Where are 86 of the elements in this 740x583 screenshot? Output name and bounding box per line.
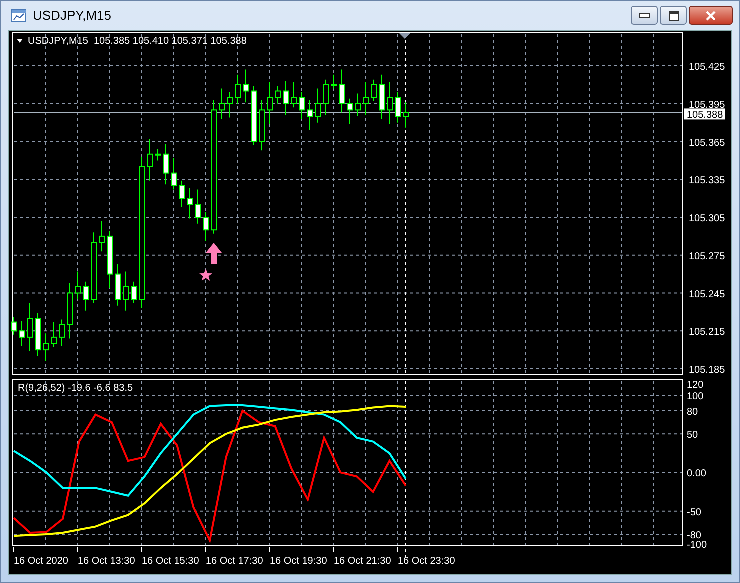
candlestick (123, 271, 129, 312)
current-price-label: 105.388 (684, 108, 725, 122)
chart-header: USDJPY,M15 105.385 105.410 105.371 105.388 (28, 36, 247, 47)
price-label: 105.305 (689, 214, 726, 224)
candlestick (395, 92, 401, 124)
indicator-label: R(9,26,52) -19.6 -6.6 83.5 (18, 383, 134, 394)
candlestick (43, 333, 49, 362)
candlestick (99, 220, 105, 252)
time-label: 16 Oct 17:30 (206, 556, 264, 567)
price-label: 105.365 (689, 138, 726, 149)
candlestick (363, 82, 369, 116)
axis-label: 0.00 (687, 468, 706, 480)
price-label: 105.335 (689, 176, 726, 187)
candlestick (355, 93, 361, 117)
close-button[interactable] (689, 6, 733, 25)
candlestick (67, 282, 73, 340)
candlestick (267, 82, 273, 125)
candlestick (347, 98, 353, 125)
price-label: 105.245 (689, 289, 726, 300)
axis-label: 50 (687, 430, 698, 442)
candlestick (179, 180, 185, 208)
up-arrow-icon (206, 243, 222, 264)
time-label: 16 Oct 23:30 (398, 556, 456, 567)
candlestick (51, 322, 57, 348)
candlestick (27, 302, 33, 352)
candlestick (115, 264, 121, 306)
candlestick (35, 312, 41, 357)
candlestick (299, 92, 305, 120)
candlestick (147, 138, 153, 182)
candlestick (339, 69, 345, 114)
candlestick (403, 102, 409, 128)
candlestick (59, 319, 65, 347)
time-label: 16 Oct 21:30 (334, 556, 392, 567)
minimize-button[interactable] (631, 6, 658, 25)
candlestick (243, 69, 249, 104)
candlestick (307, 100, 313, 131)
close-icon (705, 10, 717, 20)
time-label: 16 Oct 13:30 (78, 556, 136, 567)
price-label: 105.215 (689, 327, 726, 338)
candlestick (291, 82, 297, 108)
candlestick (323, 79, 329, 116)
candlestick (219, 88, 225, 120)
triangle-icon (399, 33, 411, 39)
candlestick (163, 144, 169, 186)
candlestick (259, 100, 265, 152)
price-label: 105.185 (689, 365, 726, 376)
candlestick (107, 230, 113, 289)
axis-label: 100 (687, 391, 704, 402)
axis-label: 80 (687, 406, 698, 418)
candlestick (251, 86, 257, 146)
star-icon (200, 269, 212, 281)
price-label: 105.395 (689, 100, 726, 111)
price-label: 105.275 (689, 251, 726, 262)
candlestick (283, 80, 289, 116)
time-label: 16 Oct 2020 (14, 556, 68, 567)
candlestick (331, 74, 337, 90)
candlestick (187, 188, 193, 220)
candlestick (19, 320, 25, 347)
candlestick (275, 86, 281, 104)
maximize-button[interactable] (660, 6, 687, 25)
candlestick (379, 74, 385, 120)
time-label: 16 Oct 15:30 (142, 556, 200, 567)
axis-label: 120 (687, 380, 704, 391)
time-label: 16 Oct 19:30 (270, 556, 328, 567)
candlestick (315, 88, 321, 124)
candlestick (227, 92, 233, 118)
candlestick (387, 82, 393, 125)
candlestick (155, 148, 161, 162)
window-title: USDJPY,M15 (33, 8, 112, 23)
candlestick (371, 79, 377, 102)
price-label: 105.425 (689, 62, 726, 73)
candlestick (203, 212, 209, 242)
candlestick (235, 74, 241, 104)
chart-window-icon (11, 8, 27, 24)
candlestick (195, 189, 201, 224)
caret-icon[interactable] (17, 39, 23, 43)
candlestick (171, 158, 177, 190)
candlestick (83, 281, 89, 312)
candlestick (91, 232, 97, 304)
axis-label: -80 (687, 530, 702, 542)
maximize-icon (668, 10, 678, 20)
axis-label: -100 (687, 540, 708, 551)
candlestick (131, 281, 137, 304)
candlestick (75, 271, 81, 300)
minimize-icon (639, 13, 650, 18)
axis-label: -50 (687, 507, 702, 518)
